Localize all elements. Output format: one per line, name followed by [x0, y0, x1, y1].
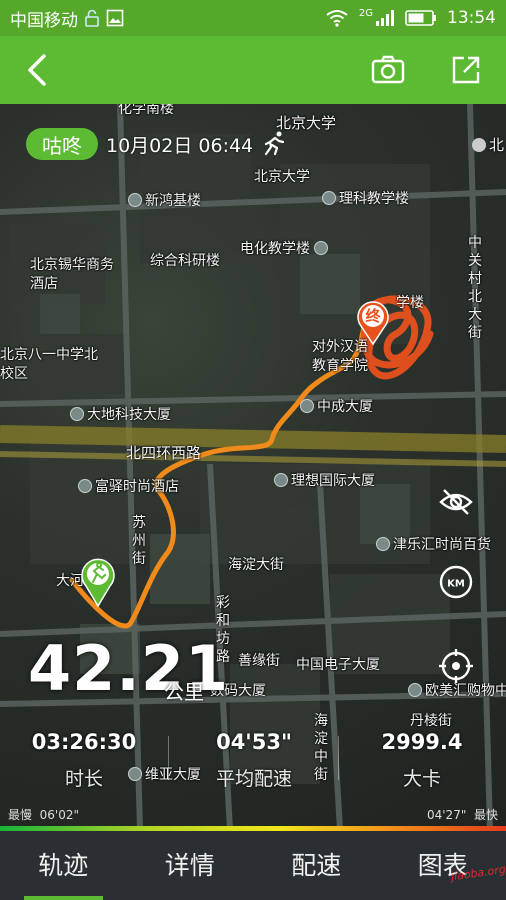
map-label: 综合科研楼 — [150, 253, 220, 269]
map-label: 北四环西路 — [126, 444, 202, 462]
map-label: 海淀大街 — [228, 557, 284, 573]
km-marker-icon[interactable]: KM — [438, 564, 474, 600]
distance-unit: 公里 — [164, 680, 204, 704]
clock: 13:54 — [447, 8, 496, 28]
map-label: 大地科技大厦 — [70, 404, 171, 424]
running-icon — [264, 131, 285, 156]
calories-value: 2999.4 — [381, 730, 463, 754]
lock-icon — [85, 9, 99, 27]
map-label: 善缘街 — [238, 653, 280, 669]
map-label: 中成大厦 — [300, 396, 373, 416]
carrier-name: 中国移动 — [10, 10, 78, 31]
wifi-icon — [326, 10, 348, 27]
stat-divider — [168, 736, 169, 780]
map-label: 北 — [472, 134, 504, 155]
pace-slowest: 最慢 06'02" — [8, 808, 80, 822]
pace-stat: 04'53" 平均配速 — [184, 730, 324, 791]
end-marker: 终 — [356, 300, 390, 346]
map-label: 新鸿基楼 — [128, 190, 201, 210]
workout-datetime: 10月02日 06:44 — [106, 135, 254, 157]
svg-text:KM: KM — [447, 579, 465, 590]
duration-value: 03:26:30 — [31, 730, 137, 754]
map-label: 学楼 — [396, 295, 424, 311]
back-arrow-icon[interactable] — [18, 50, 58, 90]
locate-icon[interactable] — [438, 648, 474, 684]
brand-badge: 咕咚 — [26, 128, 98, 160]
carrier-group: 中国移动 — [10, 6, 325, 31]
network-type: 2G — [358, 8, 373, 19]
map-label: 富驿时尚酒店 — [78, 476, 179, 496]
bottom-tab-bar: 轨迹 详情 配速 图表 — [0, 831, 506, 900]
status-bar: 中国移动 2G 13:54 — [0, 0, 506, 36]
map-label: 电化教学楼 — [240, 238, 331, 258]
calories-label: 大卡 — [402, 768, 441, 790]
camera-icon[interactable] — [370, 52, 406, 88]
route-map[interactable]: 化学南楼 北京大学 北京大学 新鸿基楼 理科教学楼 电化教学楼 综合科研楼 北京… — [0, 104, 506, 830]
tab-details[interactable]: 详情 — [127, 831, 254, 900]
map-label: 中关村北大街 — [468, 235, 482, 341]
duration-label: 时长 — [64, 768, 103, 790]
status-right: 2G 13:54 — [325, 8, 496, 28]
map-label: 北京八一中学北校区 — [0, 347, 98, 382]
share-icon[interactable] — [448, 52, 484, 88]
tab-pace[interactable]: 配速 — [253, 831, 380, 900]
map-label: 北京大学 — [254, 169, 310, 185]
map-label: 化学南楼 — [118, 104, 174, 117]
battery-icon — [405, 10, 436, 26]
map-label: 理想国际大厦 — [274, 470, 375, 490]
map-label: 苏州街 — [132, 515, 146, 567]
hide-eye-icon[interactable] — [438, 484, 474, 520]
map-label: 津乐汇时尚百货 — [376, 534, 491, 554]
map-label: 北京锡华商务酒店 — [30, 257, 114, 292]
pace-fastest: 04'27" 最快 — [426, 808, 498, 822]
duration-stat: 03:26:30 时长 — [14, 730, 154, 791]
start-marker-icon — [81, 558, 115, 608]
map-label: 理科教学楼 — [322, 188, 409, 208]
stat-divider — [338, 736, 339, 780]
map-label: 丹棱街 — [410, 713, 452, 729]
map-label: 中国电子大厦 — [296, 657, 380, 673]
end-marker-label: 终 — [365, 307, 381, 325]
calories-stat: 2999.4 大卡 — [352, 730, 492, 791]
tab-track[interactable]: 轨迹 — [0, 831, 127, 900]
app-bar — [0, 36, 506, 104]
pace-value: 04'53" — [216, 730, 292, 754]
image-icon — [106, 9, 124, 27]
pace-label: 平均配速 — [215, 768, 292, 790]
signal-icon — [376, 10, 394, 26]
